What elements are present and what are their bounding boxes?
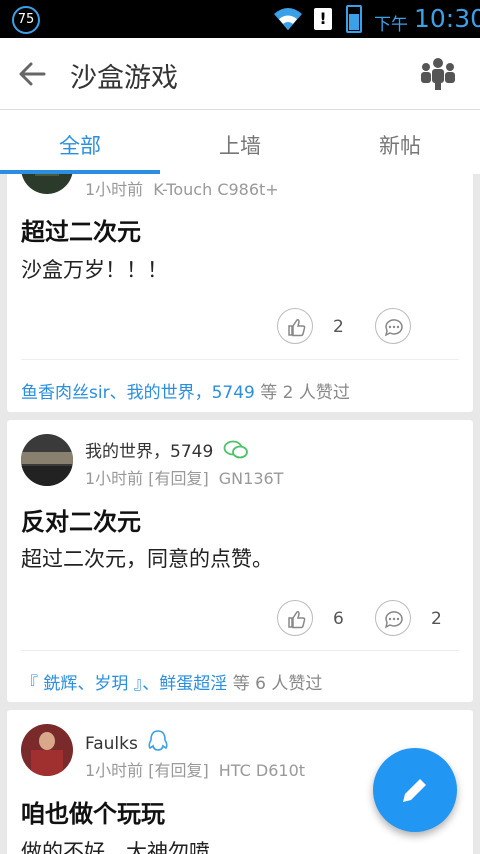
- clock-time: 10:30: [414, 4, 480, 33]
- comment-button[interactable]: [375, 600, 411, 636]
- post-meta: 1小时前 [有回复] GN136T: [85, 465, 283, 489]
- like-button[interactable]: [277, 308, 313, 344]
- liker-list[interactable]: 『 銑辉、岁玥 』、鲜蛋超淫 等 6 人赞过: [21, 669, 322, 694]
- comment-count: 2: [431, 609, 442, 629]
- thumbs-up-icon: [288, 611, 306, 629]
- divider: [21, 359, 459, 360]
- post-device: GN136T: [218, 469, 284, 488]
- tab-featured[interactable]: 上墙: [160, 130, 320, 160]
- post-card[interactable]: 1小时前 K-Touch C986t+ 超过二次元 沙盒万岁！！！ 2 鱼香肉丝s…: [7, 174, 473, 412]
- liker-list[interactable]: 鱼香肉丝sir、我的世界，5749 等 2 人赞过: [21, 378, 350, 403]
- post-title: 超过二次元: [21, 218, 141, 246]
- post-device: K-Touch C986t+: [153, 180, 279, 199]
- tab-bar: 全部 上墙 新帖: [0, 110, 480, 174]
- post-body: 沙盒万岁！！！: [21, 258, 168, 282]
- alert-icon: !: [314, 8, 332, 30]
- liker-names[interactable]: 『 銑辉、岁玥 』、鲜蛋超淫: [21, 674, 227, 694]
- post-title: 反对二次元: [21, 508, 141, 536]
- liker-count-text: 等 6 人赞过: [232, 674, 323, 694]
- status-bar: 75 ! 下午 10:30: [0, 0, 480, 38]
- post-body: 超过二次元，同意的点赞。: [21, 547, 273, 571]
- post-title: 咱也做个玩玩: [21, 800, 165, 828]
- tab-all[interactable]: 全部: [0, 130, 160, 160]
- post-time: 1小时前 [有回复]: [85, 469, 209, 488]
- back-arrow-icon[interactable]: [16, 58, 48, 90]
- like-count: 6: [333, 609, 344, 629]
- post-author[interactable]: 我的世界，5749: [85, 437, 249, 462]
- post-meta: 1小时前 K-Touch C986t+: [85, 176, 279, 200]
- liker-names[interactable]: 鱼香肉丝sir、我的世界，5749: [21, 383, 255, 403]
- avatar[interactable]: [21, 724, 73, 776]
- members-icon[interactable]: [420, 56, 456, 92]
- like-button[interactable]: [277, 600, 313, 636]
- tab-new-posts[interactable]: 新帖: [320, 130, 480, 160]
- comment-icon: [384, 319, 403, 337]
- wechat-icon: [223, 440, 248, 459]
- post-time: 1小时前: [85, 180, 144, 199]
- notification-badge: 75: [12, 6, 40, 34]
- wifi-icon: [274, 8, 302, 30]
- edit-pencil-icon: [403, 777, 428, 802]
- post-time: 1小时前 [有回复]: [85, 761, 209, 780]
- page-title: 沙盒游戏: [70, 63, 178, 94]
- comment-icon: [384, 611, 403, 629]
- post-author[interactable]: Faulks: [85, 729, 169, 754]
- thumbs-up-icon: [288, 319, 306, 337]
- clock-ampm: 下午: [374, 15, 408, 35]
- app-bar: 沙盒游戏: [0, 38, 480, 110]
- post-body: 做的不好，大神勿喷: [21, 840, 210, 854]
- like-count: 2: [333, 317, 344, 337]
- avatar[interactable]: [21, 434, 73, 486]
- divider: [21, 650, 459, 651]
- avatar[interactable]: [21, 174, 73, 194]
- author-name[interactable]: Faulks: [85, 734, 138, 754]
- post-device: HTC D610t: [218, 761, 306, 780]
- battery-icon: [346, 5, 362, 33]
- post-card[interactable]: 我的世界，5749 1小时前 [有回复] GN136T 反对二次元 超过二次元，同…: [7, 420, 473, 702]
- post-meta: 1小时前 [有回复] HTC D610t: [85, 757, 305, 781]
- qq-icon: [148, 730, 168, 751]
- liker-count-text: 等 2 人赞过: [260, 383, 350, 403]
- comment-button[interactable]: [375, 308, 411, 344]
- compose-post-button[interactable]: [373, 748, 457, 832]
- author-name[interactable]: 我的世界，5749: [85, 442, 213, 462]
